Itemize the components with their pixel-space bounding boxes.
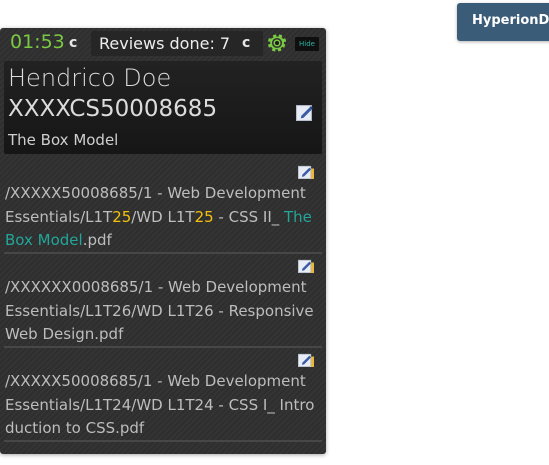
file-actions: [298, 352, 314, 367]
file-extension: .pdf: [82, 231, 112, 249]
file-link[interactable]: /XXXXX50008685/1 - Web Development Essen…: [5, 370, 317, 441]
review-panel: 01:53 c Reviews done: 7 c Hide Hendrico …: [0, 28, 326, 454]
divider: [4, 440, 322, 442]
task-number-highlight: 25: [112, 207, 132, 226]
edit-icon[interactable]: [298, 352, 312, 367]
file-item: /XXXXX50008685/1 - Web Development Essen…: [0, 164, 326, 250]
hide-button[interactable]: Hide: [295, 37, 319, 51]
file-link[interactable]: /XXXXXX0008685/1 - Web Development Essen…: [5, 276, 317, 347]
refresh-timer-icon[interactable]: c: [69, 35, 77, 51]
brand-button[interactable]: HyperionD: [457, 3, 549, 41]
divider: [4, 346, 322, 348]
timer: 01:53: [10, 31, 65, 53]
file-item: /XXXXXX0008685/1 - Web Development Essen…: [0, 258, 326, 344]
file-path-mid: /WD L1T: [131, 207, 195, 226]
brand-label: HyperionD: [472, 13, 549, 28]
edit-icon[interactable]: [298, 258, 312, 273]
student-header-card: Hendrico Doe XXXXCS50008685 The Box Mode…: [4, 61, 322, 154]
task-name: The Box Model: [8, 131, 119, 149]
file-item: /XXXXX50008685/1 - Web Development Essen…: [0, 352, 326, 438]
refresh-reviews-icon[interactable]: c: [242, 35, 250, 51]
file-title-prefix: - CSS II_: [213, 207, 285, 226]
reviews-counter: Reviews done: 7: [91, 31, 263, 56]
task-number-highlight: 25: [194, 207, 214, 226]
reviews-done-label: Reviews done: 7: [99, 34, 231, 53]
review-topbar: 01:53 c Reviews done: 7 c Hide: [0, 28, 326, 58]
divider: [4, 252, 322, 254]
student-name: Hendrico Doe: [8, 64, 172, 92]
file-link[interactable]: /XXXXX50008685/1 - Web Development Essen…: [5, 182, 317, 253]
file-actions: [298, 164, 314, 179]
student-id: XXXXCS50008685: [8, 96, 218, 122]
edit-icon[interactable]: [298, 164, 312, 179]
gear-icon[interactable]: [266, 32, 288, 54]
file-actions: [298, 258, 314, 273]
edit-icon[interactable]: [296, 104, 313, 121]
